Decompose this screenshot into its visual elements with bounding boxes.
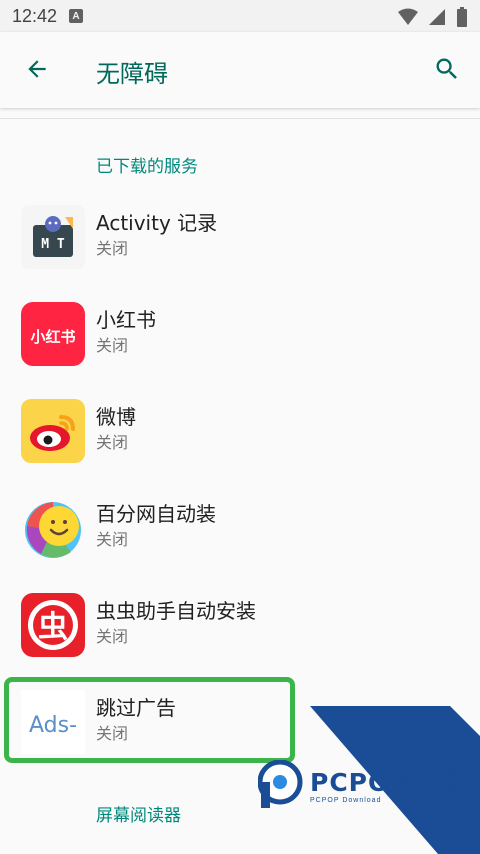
xiaohongshu-icon-text: 小红书 xyxy=(30,328,75,346)
mt-icon: M T xyxy=(21,205,85,269)
service-status: 关闭 xyxy=(96,627,129,646)
weibo-icon xyxy=(21,399,85,463)
section-header-screen-readers: 屏幕阅读器 xyxy=(96,806,181,826)
mt-icon-text: M T xyxy=(41,237,65,252)
service-item-weibo[interactable]: 微博 关闭 xyxy=(0,389,480,485)
service-name: 小红书 xyxy=(96,308,156,332)
service-name: 百分网自动装 xyxy=(96,502,216,526)
service-item-chongchong[interactable]: 虫 虫虫助手自动安装 关闭 xyxy=(0,583,480,679)
baifen-icon xyxy=(21,496,85,560)
search-button[interactable] xyxy=(430,54,464,88)
service-status: 关闭 xyxy=(96,433,129,452)
wifi-icon xyxy=(398,8,418,30)
battery-icon xyxy=(456,7,468,31)
service-name: Activity 记录 xyxy=(96,211,218,235)
service-status: 关闭 xyxy=(96,239,129,258)
service-item-xiaohongshu[interactable]: 小红书 小红书 关闭 xyxy=(0,292,480,388)
notification-icon: A xyxy=(69,9,84,23)
back-button[interactable] xyxy=(20,54,54,88)
app-bar: 无障碍 xyxy=(0,32,480,108)
xiaohongshu-icon: 小红书 xyxy=(21,302,85,366)
pcpop-logo-icon xyxy=(257,759,304,814)
status-bar: 12:42 A xyxy=(0,0,480,32)
arrow-back-icon xyxy=(24,56,50,86)
divider xyxy=(0,118,480,119)
chongchong-icon-text: 虫 xyxy=(38,610,68,645)
chongchong-icon: 虫 xyxy=(21,593,85,657)
search-icon xyxy=(433,55,461,87)
service-name: 虫虫助手自动安装 xyxy=(96,599,256,623)
service-name: 微博 xyxy=(96,405,136,429)
highlight-box xyxy=(4,677,295,763)
section-header-downloaded: 已下载的服务 xyxy=(96,157,198,177)
watermark-logo: PCPOP下载 PCPOP Download xyxy=(257,759,462,814)
status-time: 12:42 xyxy=(12,5,58,26)
page-title: 无障碍 xyxy=(96,60,168,88)
service-item-baifen[interactable]: 百分网自动装 关闭 xyxy=(0,486,480,582)
service-item-activity[interactable]: M T Activity 记录 关闭 xyxy=(0,195,480,291)
signal-icon xyxy=(428,8,446,30)
service-status: 关闭 xyxy=(96,336,129,355)
watermark-sub: PCPOP Download xyxy=(310,797,382,804)
watermark-brand: PCPOP下载 xyxy=(310,768,462,797)
service-status: 关闭 xyxy=(96,530,129,549)
